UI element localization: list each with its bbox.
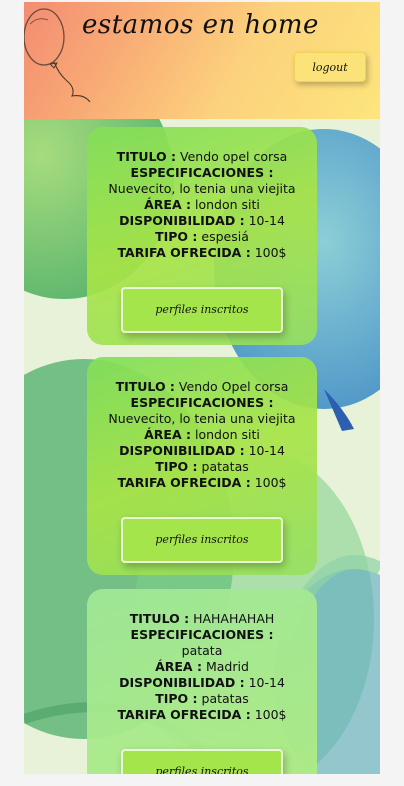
- logout-button[interactable]: logout: [294, 52, 366, 82]
- tipo-row: TIPO : espesiá: [155, 229, 249, 244]
- perfiles-inscritos-button[interactable]: perfiles inscritos: [121, 749, 283, 774]
- offer-card: TITULO : Vendo opel corsa ESPECIFICACION…: [87, 127, 317, 345]
- tipo-row: TIPO : patatas: [155, 459, 249, 474]
- titulo-row: TITULO : Vendo Opel corsa: [115, 379, 289, 394]
- perfiles-inscritos-button[interactable]: perfiles inscritos: [121, 287, 283, 333]
- header: estamos en home logout: [24, 2, 380, 119]
- titulo-row: TITULO : Vendo opel corsa: [116, 149, 288, 164]
- perfiles-inscritos-button[interactable]: perfiles inscritos: [121, 517, 283, 563]
- area-row: ÁREA : london siti: [144, 197, 260, 212]
- tarifa-row: TARIFA OFRECIDA : 100$: [117, 475, 287, 490]
- tarifa-row: TARIFA OFRECIDA : 100$: [117, 707, 287, 722]
- watercolor-background: TITULO : Vendo opel corsa ESPECIFICACION…: [24, 119, 380, 774]
- tarifa-row: TARIFA OFRECIDA : 100$: [117, 245, 287, 260]
- page-title: estamos en home: [82, 10, 319, 40]
- tipo-row: TIPO : patatas: [155, 691, 249, 706]
- offer-card: TITULO : HAHAHAHAH ESPECIFICACIONES : pa…: [87, 589, 317, 774]
- offer-card: TITULO : Vendo Opel corsa ESPECIFICACION…: [87, 357, 317, 575]
- disponibilidad-row: DISPONIBILIDAD : 10-14: [119, 443, 285, 458]
- titulo-row: TITULO : HAHAHAHAH: [129, 611, 275, 626]
- disponibilidad-row: DISPONIBILIDAD : 10-14: [119, 675, 285, 690]
- app-frame: estamos en home logout TITULO: Vendo op…: [24, 2, 380, 774]
- disponibilidad-row: DISPONIBILIDAD : 10-14: [119, 213, 285, 228]
- area-row: ÁREA : london siti: [144, 427, 260, 442]
- area-row: ÁREA : Madrid: [155, 659, 249, 674]
